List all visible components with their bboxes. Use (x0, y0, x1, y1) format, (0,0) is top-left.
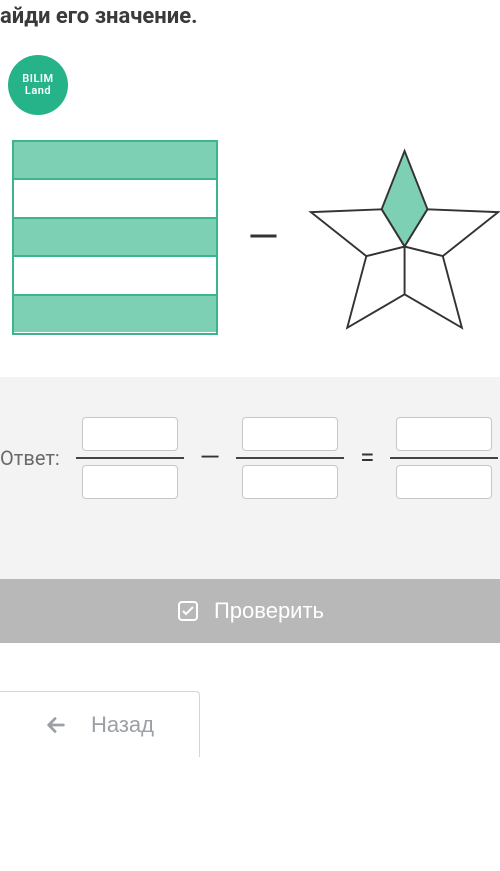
minus-operator-small: — (200, 443, 220, 473)
answer-area: Ответ: — = (0, 377, 500, 579)
page-title: айди его значение. (0, 4, 197, 29)
rect-stripe-4 (14, 257, 216, 296)
check-button[interactable]: Проверить (0, 579, 500, 643)
bilim-land-logo: BILIM Land (8, 55, 68, 115)
numerator-1-input[interactable] (82, 417, 178, 451)
equals-operator: = (360, 443, 374, 473)
rect-stripe-1 (14, 142, 216, 181)
fraction-rectangle (12, 140, 218, 335)
answer-label: Ответ: (0, 446, 60, 470)
numerator-3-input[interactable] (396, 417, 492, 451)
rect-stripe-2 (14, 180, 216, 219)
star-segment-lower-left (347, 247, 404, 328)
rect-stripe-5 (14, 296, 216, 333)
minus-operator: — (248, 217, 279, 257)
check-button-label: Проверить (214, 598, 324, 624)
logo-line2: Land (25, 85, 51, 97)
back-button-label: Назад (91, 712, 154, 738)
fraction-input-2 (236, 417, 344, 499)
fraction-bar-2 (236, 457, 344, 459)
fraction-star (309, 137, 500, 337)
star-segment-lower-right (404, 247, 461, 328)
rect-stripe-3 (14, 219, 216, 258)
fraction-bar-1 (76, 457, 184, 459)
fraction-bar-3 (390, 457, 498, 459)
back-button[interactable]: Назад (0, 691, 200, 757)
check-icon (176, 599, 200, 623)
numerator-2-input[interactable] (242, 417, 338, 451)
denominator-2-input[interactable] (242, 465, 338, 499)
fraction-input-3 (390, 417, 498, 499)
figure-area: BILIM Land — (0, 47, 500, 377)
denominator-3-input[interactable] (396, 465, 492, 499)
denominator-1-input[interactable] (82, 465, 178, 499)
arrow-left-icon (45, 714, 67, 736)
fraction-input-1 (76, 417, 184, 499)
